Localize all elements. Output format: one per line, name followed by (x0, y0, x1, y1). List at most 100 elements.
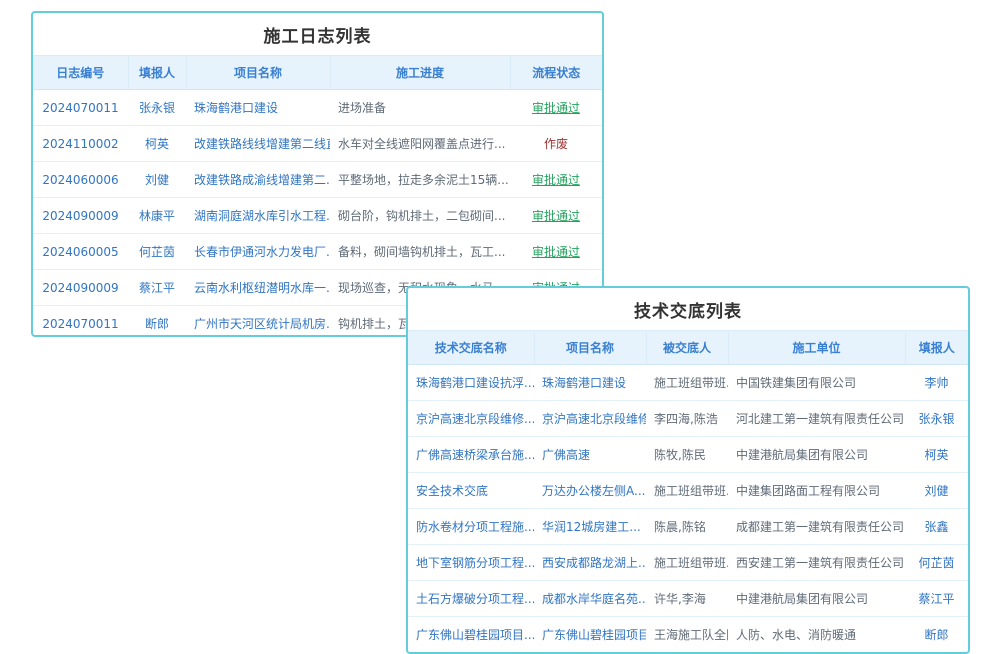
table-row[interactable]: 京沪高速北京段维修... 京沪高速北京段维修李四海,陈浩 河北建工第一建筑有限责任公… (408, 401, 968, 437)
cell-link[interactable]: 云南水利枢纽潜明水库一... (194, 281, 330, 295)
cell-link[interactable]: 万达办公楼左侧A... (542, 484, 645, 498)
table-cell: 水车对全线遮阳网覆盖点进行... (330, 126, 510, 162)
table-cell: 断郎 (905, 617, 968, 653)
cell-link[interactable]: 广州市天河区统计局机房... (194, 317, 330, 331)
cell-link[interactable]: 张鑫 (924, 520, 948, 534)
table-cell: 西安建工第一建筑有限责任公司 (728, 545, 905, 581)
table-row[interactable]: 防水卷材分项工程施...华润12城房建工...陈晨,陈铭成都建工第一建筑有限责任… (408, 509, 968, 545)
cell-text: 水车对全线遮阳网覆盖点进行... (338, 137, 505, 151)
table-cell: 万达办公楼左侧A... (534, 473, 646, 509)
table-cell: 改建铁路成渝线增建第二... (186, 162, 330, 198)
column-header: 施工进度 (330, 56, 510, 90)
cell-link[interactable]: 柯英 (924, 448, 948, 462)
cell-link[interactable]: 李帅 (924, 376, 948, 390)
table-row[interactable]: 地下室钢筋分项工程...西安成都路龙湖上...施工班组带班...西安建工第一建筑… (408, 545, 968, 581)
cell-link[interactable]: 何芷茵 (139, 245, 175, 259)
cell-link[interactable]: 华润12城房建工... (542, 520, 641, 534)
cell-link[interactable]: 刘健 (924, 484, 948, 498)
column-header: 项目名称 (534, 331, 646, 365)
status-text[interactable]: 审批通过 (532, 209, 580, 223)
column-header: 被交底人 (646, 331, 728, 365)
table-cell: 珠海鹤港口建设 (534, 365, 646, 401)
cell-text: 河北建工第一建筑有限责任公司 (736, 412, 904, 426)
cell-link[interactable]: 珠海鹤港口建设 (542, 376, 626, 390)
table-cell: 2024070011 (33, 306, 128, 338)
cell-link[interactable]: 成都水岸华庭名苑... (542, 592, 646, 606)
table-row[interactable]: 安全技术交底万达办公楼左侧A...施工班组带班...中建集团路面工程有限公司刘健 (408, 473, 968, 509)
table-cell: 珠海鹤港口建设抗浮... (408, 365, 534, 401)
construction-log-header-row: 日志编号填报人项目名称施工进度流程状态 (33, 56, 602, 90)
cell-link[interactable]: 珠海鹤港口建设 (194, 101, 278, 115)
cell-link[interactable]: 京沪高速北京段维修 (542, 412, 646, 426)
cell-link[interactable]: 何芷茵 (918, 556, 954, 570)
cell-link[interactable]: 广东佛山碧桂园项目... (416, 628, 534, 642)
cell-link[interactable]: 2024060006 (42, 173, 118, 187)
cell-link[interactable]: 珠海鹤港口建设抗浮... (416, 376, 534, 390)
cell-link[interactable]: 广佛高速桥梁承台施... (416, 448, 534, 462)
cell-link[interactable]: 2024070011 (42, 317, 118, 331)
cell-link[interactable]: 断郎 (924, 628, 948, 642)
table-row[interactable]: 2024060006刘健改建铁路成渝线增建第二...平整场地，拉走多余泥土15辆… (33, 162, 602, 198)
cell-link[interactable]: 2024110002 (42, 137, 118, 151)
cell-link[interactable]: 安全技术交底 (416, 484, 488, 498)
cell-link[interactable]: 西安成都路龙湖上... (542, 556, 646, 570)
table-row[interactable]: 2024060005何芷茵长春市伊通河水力发电厂...备料，砌间墙钩机排土，瓦工… (33, 234, 602, 270)
table-row[interactable]: 珠海鹤港口建设抗浮...珠海鹤港口建设施工班组带班...中国铁建集团有限公司李帅 (408, 365, 968, 401)
cell-link[interactable]: 张永银 (139, 101, 175, 115)
status-text[interactable]: 审批通过 (532, 245, 580, 259)
table-row[interactable]: 2024110002 柯英 改建铁路线线增建第二线直... 水车对全线遮阳网覆盖点进行… (33, 126, 602, 162)
cell-link[interactable]: 长春市伊通河水力发电厂... (194, 245, 330, 259)
cell-link[interactable]: 地下室钢筋分项工程... (416, 556, 534, 570)
cell-link[interactable]: 广东佛山碧桂园项目 (542, 628, 646, 642)
cell-text: 人防、水电、消防暖通 (736, 628, 856, 642)
cell-text: 进场准备 (338, 101, 386, 115)
cell-link[interactable]: 2024060005 (42, 245, 118, 259)
table-cell: 审批通过 (510, 162, 602, 198)
table-cell: 蔡江平 (905, 581, 968, 617)
table-row[interactable]: 广东佛山碧桂园项目... 广东佛山碧桂园项目王海施工队全队... 人防、水电、消防暖… (408, 617, 968, 653)
cell-link[interactable]: 防水卷材分项工程施... (416, 520, 534, 534)
cell-link[interactable]: 改建铁路线线增建第二线直... (194, 137, 330, 151)
tech-disclosure-table: 技术交底名称项目名称被交底人施工单位填报人 珠海鹤港口建设抗浮...珠海鹤港口建… (408, 330, 968, 652)
cell-link[interactable]: 林康平 (139, 209, 175, 223)
cell-text: 许华,李海 (654, 592, 706, 606)
status-text[interactable]: 审批通过 (532, 101, 580, 115)
cell-link[interactable]: 刘健 (145, 173, 169, 187)
cell-link[interactable]: 改建铁路成渝线增建第二... (194, 173, 330, 187)
table-cell: 施工班组带班... (646, 473, 728, 509)
cell-link[interactable]: 土石方爆破分项工程... (416, 592, 534, 606)
status-text[interactable]: 审批通过 (532, 173, 580, 187)
cell-text: 王海施工队全队... (654, 628, 728, 642)
table-row[interactable]: 广佛高速桥梁承台施...广佛高速陈牧,陈民中建港航局集团有限公司柯英 (408, 437, 968, 473)
table-cell: 审批通过 (510, 90, 602, 126)
cell-link[interactable]: 柯英 (145, 137, 169, 151)
cell-text: 陈晨,陈铭 (654, 520, 706, 534)
table-cell: 柯英 (128, 126, 186, 162)
cell-link[interactable]: 京沪高速北京段维修... (416, 412, 534, 426)
cell-link[interactable]: 广佛高速 (542, 448, 590, 462)
cell-text: 施工班组带班... (654, 376, 728, 390)
status-text[interactable]: 作废 (544, 137, 568, 151)
cell-link[interactable]: 2024090009 (42, 281, 118, 295)
cell-link[interactable]: 湖南洞庭湖水库引水工程... (194, 209, 330, 223)
cell-link[interactable]: 断郎 (145, 317, 169, 331)
table-row[interactable]: 2024090009林康平湖南洞庭湖水库引水工程...砌台阶，钩机排土，二包砌间… (33, 198, 602, 234)
cell-link[interactable]: 2024070011 (42, 101, 118, 115)
table-cell: 林康平 (128, 198, 186, 234)
table-cell: 何芷茵 (128, 234, 186, 270)
cell-link[interactable]: 蔡江平 (918, 592, 954, 606)
table-cell: 广东佛山碧桂园项目... (408, 617, 534, 653)
cell-link[interactable]: 2024090009 (42, 209, 118, 223)
table-cell: 2024060005 (33, 234, 128, 270)
table-cell: 张鑫 (905, 509, 968, 545)
table-cell: 华润12城房建工... (534, 509, 646, 545)
cell-link[interactable]: 蔡江平 (139, 281, 175, 295)
table-cell: 河北建工第一建筑有限责任公司 (728, 401, 905, 437)
table-cell: 成都水岸华庭名苑... (534, 581, 646, 617)
cell-link[interactable]: 张永银 (918, 412, 954, 426)
cell-text: 李四海,陈浩 (654, 412, 718, 426)
table-cell: 中建港航局集团有限公司 (728, 437, 905, 473)
table-row[interactable]: 2024070011 张永银 珠海鹤港口建设 进场准备 审批通过 (33, 90, 602, 126)
table-row[interactable]: 土石方爆破分项工程...成都水岸华庭名苑...许华,李海中建港航局集团有限公司蔡… (408, 581, 968, 617)
table-cell: 2024070011 (33, 90, 128, 126)
